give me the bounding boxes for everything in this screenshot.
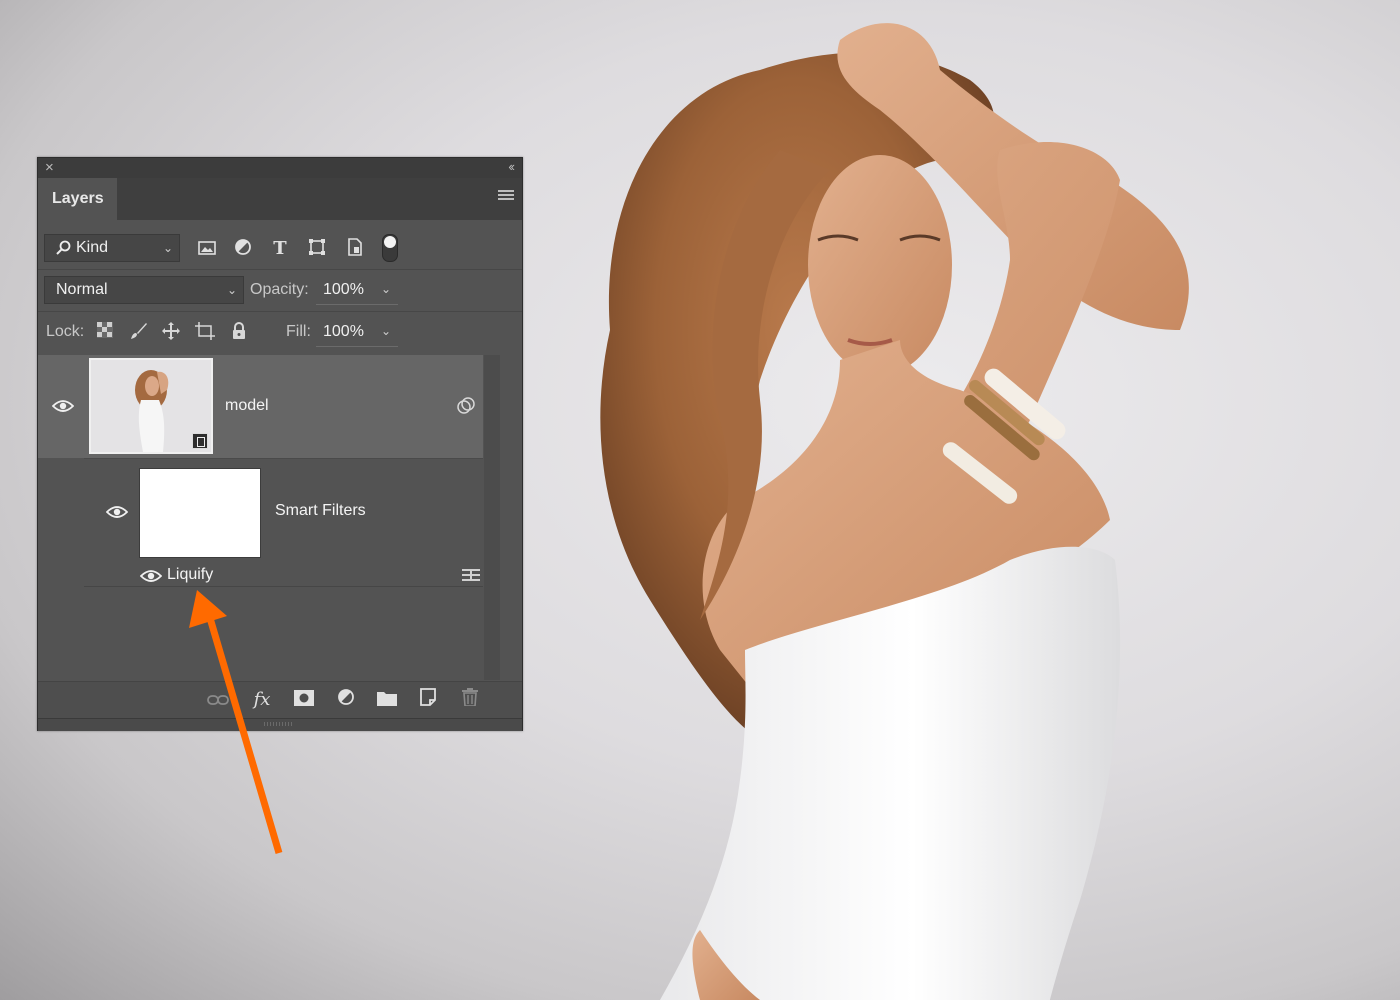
opacity-label: Opacity: xyxy=(250,281,309,298)
liquify-eye-icon[interactable] xyxy=(140,569,162,583)
lock-position-icon[interactable] xyxy=(160,322,182,344)
panel-resize-handle[interactable] xyxy=(38,718,522,731)
lock-image-pixels-icon[interactable] xyxy=(128,322,150,344)
opacity-field[interactable]: 100% xyxy=(323,281,364,299)
smart-filters-row[interactable]: Smart Filters Liquify xyxy=(84,458,483,589)
delete-layer-icon[interactable] xyxy=(458,688,482,712)
kind-label: Kind xyxy=(76,239,109,256)
new-adjustment-icon[interactable] xyxy=(334,688,358,712)
smart-filters-mask-thumbnail[interactable] xyxy=(139,468,261,558)
blend-mode-value: Normal xyxy=(56,281,108,298)
layers-bottom-toolbar: fx xyxy=(38,681,522,718)
smart-filter-link-icon[interactable] xyxy=(456,397,476,415)
blend-mode-dropdown[interactable]: Normal ⌄ xyxy=(44,276,244,304)
layers-scrollbar[interactable] xyxy=(484,355,500,680)
link-layers-icon[interactable] xyxy=(206,688,230,712)
filter-blending-options-icon[interactable] xyxy=(462,568,480,582)
filter-toggle[interactable] xyxy=(382,234,398,262)
smart-filters-eye-icon[interactable] xyxy=(106,505,128,519)
search-icon xyxy=(56,240,71,255)
chevron-down-icon: ⌄ xyxy=(162,241,173,255)
add-mask-icon[interactable] xyxy=(292,688,316,712)
lock-all-icon[interactable] xyxy=(228,322,250,344)
smart-filters-label: Smart Filters xyxy=(275,502,366,519)
opacity-chevron-icon[interactable]: ⌄ xyxy=(381,282,391,296)
layer-thumbnail[interactable] xyxy=(89,358,213,454)
panel-tabbar: Layers xyxy=(38,178,522,220)
collapse-icon[interactable]: ‹‹ xyxy=(508,158,515,176)
layers-list: model ⌃ Smart Filters Liquify xyxy=(38,355,522,680)
layer-row-model[interactable]: model ⌃ xyxy=(38,355,496,458)
kind-filter-dropdown[interactable]: Kind ⌄ xyxy=(44,234,180,262)
lock-transparent-pixels-icon[interactable] xyxy=(94,322,116,344)
chevron-down-icon: ⌄ xyxy=(226,283,237,297)
new-group-icon[interactable] xyxy=(375,688,399,712)
fx-icon[interactable]: fx xyxy=(250,688,274,712)
image-filter-icon[interactable] xyxy=(196,238,218,260)
new-layer-icon[interactable] xyxy=(416,688,440,712)
layers-panel: × ‹‹ Layers Kind ⌄ T Normal ⌄ Opacity: 1… xyxy=(37,157,523,731)
panel-titlebar[interactable]: × ‹‹ xyxy=(38,158,522,178)
lock-artboard-icon[interactable] xyxy=(194,322,216,344)
fill-label: Fill: xyxy=(286,323,311,340)
smart-object-badge-icon xyxy=(192,433,208,449)
layer-name[interactable]: model xyxy=(225,397,269,415)
adjustment-filter-icon[interactable] xyxy=(232,238,254,260)
smart-object-filter-icon[interactable] xyxy=(344,238,366,260)
layer-filter-row: Kind ⌄ T xyxy=(38,228,522,268)
close-icon[interactable]: × xyxy=(45,159,54,177)
fill-chevron-icon[interactable]: ⌄ xyxy=(381,324,391,338)
blend-row: Normal ⌄ Opacity: 100% ⌄ xyxy=(38,271,522,311)
visibility-eye-icon[interactable] xyxy=(52,399,74,413)
fill-field[interactable]: 100% xyxy=(323,323,364,341)
shape-filter-icon[interactable] xyxy=(306,238,328,260)
type-filter-icon[interactable]: T xyxy=(269,238,291,260)
tab-layers[interactable]: Layers xyxy=(38,178,117,220)
lock-row: Lock: Fill: 100% ⌄ xyxy=(38,313,522,353)
panel-menu-icon[interactable] xyxy=(498,190,514,204)
filter-name-liquify[interactable]: Liquify xyxy=(167,566,213,584)
lock-label: Lock: xyxy=(46,323,85,340)
